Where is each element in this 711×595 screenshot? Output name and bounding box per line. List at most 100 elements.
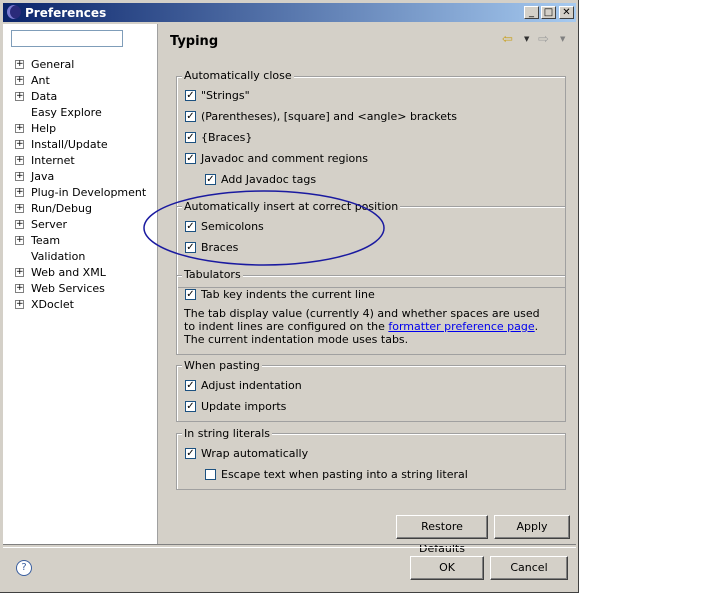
tree-item[interactable]: + Run/Debug — [3, 201, 153, 217]
checkbox-label: Escape text when pasting into a string l… — [221, 468, 468, 481]
expand-icon[interactable]: + — [15, 76, 24, 85]
group-when-pasting — [176, 365, 566, 422]
forward-arrow-icon[interactable]: ⇨ — [538, 32, 549, 47]
tree-item[interactable]: + Data — [3, 89, 153, 105]
minimize-icon: _ — [529, 7, 534, 18]
tree-item[interactable]: Validation — [3, 249, 153, 265]
tree-item[interactable]: + Internet — [3, 153, 153, 169]
cancel-label: Cancel — [510, 561, 548, 574]
expand-icon[interactable]: + — [15, 268, 24, 277]
checkbox-checked[interactable]: ✓ — [185, 90, 196, 101]
checkbox-checked[interactable]: ✓ — [185, 380, 196, 391]
group-title: When pasting — [182, 359, 262, 372]
footer-separator — [3, 544, 576, 548]
tree-item-label: Run/Debug — [31, 202, 92, 215]
tree-item[interactable]: + General — [3, 57, 153, 73]
forward-dropdown-icon[interactable]: ▼ — [560, 35, 565, 43]
tree-item-label: Server — [31, 218, 68, 231]
tree-item-label: General — [31, 58, 75, 71]
ok-label: OK — [439, 561, 455, 574]
checkbox-checked[interactable]: ✓ — [185, 111, 196, 122]
tree-item[interactable]: + Help — [3, 121, 153, 137]
checkbox-unchecked[interactable] — [205, 469, 216, 480]
group-title: Automatically close — [182, 69, 294, 82]
checkbox-checked[interactable]: ✓ — [185, 289, 196, 300]
tree-item-label: Easy Explore — [31, 106, 102, 119]
tree-item-label: Ant — [31, 74, 50, 87]
close-button[interactable]: ✕ — [559, 6, 574, 19]
minimize-button[interactable]: _ — [524, 6, 539, 19]
maximize-icon: □ — [543, 7, 554, 18]
tree-item[interactable]: + Team — [3, 233, 153, 249]
expand-icon[interactable]: + — [15, 236, 24, 245]
expand-icon[interactable]: + — [15, 172, 24, 181]
checkbox-label: "Strings" — [201, 89, 250, 102]
tree-item-label: XDoclet — [31, 298, 74, 311]
checkbox-checked[interactable]: ✓ — [185, 401, 196, 412]
tree-item[interactable]: + Web and XML — [3, 265, 153, 281]
formatter-preference-link[interactable]: formatter preference page — [388, 320, 534, 333]
cancel-button[interactable]: Cancel — [490, 556, 568, 580]
tabulators-description: The tab display value (currently 4) and … — [184, 307, 550, 346]
expand-icon[interactable]: + — [15, 204, 24, 213]
annotation-ellipse — [143, 190, 385, 266]
tree-item[interactable]: + Web Services — [3, 281, 153, 297]
back-arrow-icon[interactable]: ⇦ — [502, 32, 513, 47]
preference-page: Typing ⇦ ▼ ⇨ ▼ Automatically close ✓ "Str… — [158, 24, 576, 555]
maximize-button[interactable]: □ — [541, 6, 556, 19]
tree-item-label: Plug-in Development — [31, 186, 147, 199]
close-icon: ✕ — [562, 7, 571, 18]
tree-item[interactable]: + XDoclet — [3, 297, 153, 313]
checkbox-checked[interactable]: ✓ — [185, 448, 196, 459]
group-title: In string literals — [182, 427, 273, 440]
tree-item-label: Java — [31, 170, 55, 183]
ok-button[interactable]: OK — [410, 556, 484, 580]
expand-icon[interactable]: + — [15, 60, 24, 69]
expand-icon[interactable]: + — [15, 156, 24, 165]
window-title: Preferences — [25, 6, 107, 20]
title-bar[interactable]: Preferences _ □ ✕ — [3, 3, 576, 22]
checkbox-label: {Braces} — [201, 131, 253, 144]
filter-input[interactable] — [11, 30, 123, 47]
checkbox-checked[interactable]: ✓ — [205, 174, 216, 185]
page-title: Typing — [170, 34, 219, 49]
checkbox-label: Add Javadoc tags — [221, 173, 317, 186]
expand-icon[interactable]: + — [15, 300, 24, 309]
tree-item[interactable]: + Server — [3, 217, 153, 233]
tree-item-label: Web Services — [31, 282, 105, 295]
tree-item[interactable]: Easy Explore — [3, 105, 153, 121]
help-icon[interactable]: ? — [16, 560, 32, 576]
checkbox-checked[interactable]: ✓ — [185, 132, 196, 143]
checkbox-label: Update imports — [201, 400, 287, 413]
tree-item-label: Install/Update — [31, 138, 108, 151]
apply-button[interactable]: Apply — [494, 515, 570, 539]
eclipse-icon — [7, 5, 21, 19]
checkbox-label: Adjust indentation — [201, 379, 302, 392]
restore-defaults-button[interactable]: Restore Defaults — [396, 515, 488, 555]
tree-item-label: Help — [31, 122, 57, 135]
checkbox-label: Tab key indents the current line — [201, 288, 375, 301]
checkbox-label: Javadoc and comment regions — [201, 152, 368, 165]
apply-label: Apply — [516, 520, 548, 533]
expand-icon[interactable]: + — [15, 220, 24, 229]
tree-item[interactable]: + Install/Update — [3, 137, 153, 153]
highlight-ellipse — [143, 190, 385, 266]
tree-item[interactable]: + Ant — [3, 73, 153, 89]
tree-item-label: Team — [31, 234, 61, 247]
back-dropdown-icon[interactable]: ▼ — [524, 35, 529, 43]
checkbox-label: Wrap automatically — [201, 447, 309, 460]
tree-item-label: Web and XML — [31, 266, 106, 279]
expand-icon[interactable]: + — [15, 188, 24, 197]
tree-item-label: Internet — [31, 154, 75, 167]
preference-tree-pane: + General + Ant + Data Easy Explore + Help + Insta… — [3, 24, 158, 544]
expand-icon[interactable]: + — [15, 124, 24, 133]
tree-item[interactable]: + Java — [3, 169, 153, 185]
checkbox-label: (Parentheses), [square] and <angle> brac… — [201, 110, 458, 123]
tree-item-label: Data — [31, 90, 58, 103]
expand-icon[interactable]: + — [15, 284, 24, 293]
tree-item[interactable]: + Plug-in Development — [3, 185, 153, 201]
preferences-window: Preferences _ □ ✕ + General + Ant + Data Easy … — [0, 0, 579, 593]
checkbox-checked[interactable]: ✓ — [185, 153, 196, 164]
expand-icon[interactable]: + — [15, 140, 24, 149]
expand-icon[interactable]: + — [15, 92, 24, 101]
